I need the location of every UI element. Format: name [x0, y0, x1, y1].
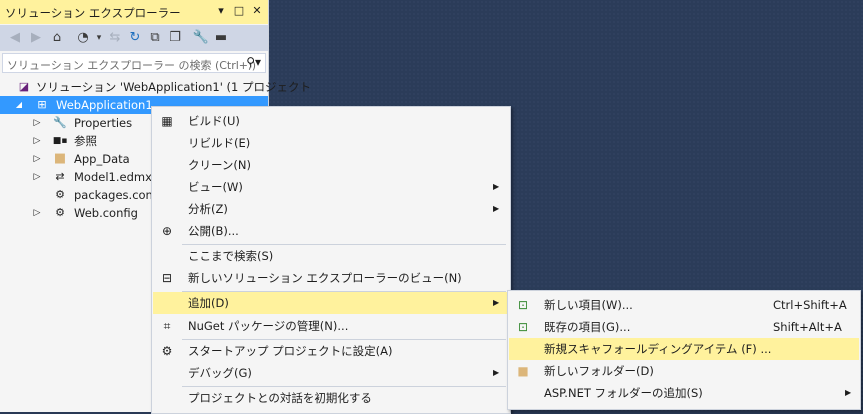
config-file-icon: ⚙: [55, 188, 65, 201]
tree-item-label: App_Data: [74, 152, 130, 166]
tree-item-label: 参照: [74, 134, 97, 148]
tree-item-label: Model1.edmx: [74, 170, 152, 184]
new-item-icon: ⊡: [517, 298, 529, 312]
search-input[interactable]: ソリューション エクスプローラー の検索 (Ctrl+;) ⚲▾: [2, 53, 266, 73]
menu-item-view[interactable]: ビュー(W) ▶: [153, 176, 509, 198]
menu-item-shortcut: Shift+Alt+A: [773, 320, 842, 334]
menu-item-label: 分析(Z): [188, 202, 228, 216]
collapsed-chevron-icon[interactable]: ▷: [32, 132, 42, 150]
menu-item-add[interactable]: 追加(D) ▶: [153, 292, 509, 314]
collapse-all-icon[interactable]: ⧉: [146, 29, 164, 47]
menu-item-publish[interactable]: ⊕ 公開(B)...: [153, 220, 509, 242]
menu-item-label: スタートアップ プロジェクトに設定(A): [188, 344, 393, 358]
preview-icon[interactable]: ▬: [212, 29, 230, 47]
new-view-icon: ⊟: [161, 271, 173, 285]
menu-item-build[interactable]: ▦ ビルド(U): [153, 110, 509, 132]
tree-item-label: Properties: [74, 116, 133, 130]
menu-item-label: 新規スキャフォールディングアイテム (F) ...: [544, 342, 772, 356]
submenu-arrow-icon: ▶: [493, 368, 500, 377]
menu-item-label: ここまで検索(S): [188, 249, 274, 263]
menu-item-set-startup[interactable]: ⚙ スタートアップ プロジェクトに設定(A): [153, 340, 509, 362]
menu-item-label: リビルド(E): [188, 136, 251, 150]
submenu-arrow-icon: ▶: [845, 388, 852, 397]
back-icon[interactable]: ◀: [6, 29, 24, 47]
panel-titlebar: ソリューション エクスプローラー ▾ □ ✕: [0, 0, 268, 24]
globe-icon: ⊕: [161, 224, 173, 238]
menu-item-rebuild[interactable]: リビルド(E): [153, 132, 509, 154]
properties-wrench-icon[interactable]: 🔧: [192, 29, 210, 47]
menu-item-label: 新しいフォルダー(D): [544, 364, 654, 378]
menu-item-new-folder[interactable]: ■ 新しいフォルダー(D): [509, 360, 859, 382]
submenu-arrow-icon: ▶: [493, 204, 500, 213]
tree-item-label: ソリューション 'WebApplication1' (1 プロジェクト: [36, 80, 312, 94]
menu-item-init-interactive[interactable]: プロジェクトとの対話を初期化する: [153, 387, 509, 409]
menu-item-analyze[interactable]: 分析(Z) ▶: [153, 198, 509, 220]
menu-item-label: 公開(B)...: [188, 224, 239, 238]
submenu-arrow-icon: ▶: [493, 182, 500, 191]
menu-item-label: 既存の項目(G)...: [544, 320, 631, 334]
menu-item-new-scaffolded-item[interactable]: 新規スキャフォールディングアイテム (F) ...: [509, 338, 859, 360]
project-context-menu: ▦ ビルド(U) リビルド(E) クリーン(N) ビュー(W) ▶ 分析(Z) …: [151, 106, 511, 414]
existing-item-icon: ⊡: [517, 320, 529, 334]
panel-toolbar: ◀ ▶ ⌂ ◔ ▾ ⇆ ↻ ⧉ ❐ 🔧 ▬: [0, 25, 268, 51]
add-submenu: ⊡ 新しい項目(W)... Ctrl+Shift+A ⊡ 既存の項目(G)...…: [507, 290, 861, 410]
menu-item-scope-to-this[interactable]: ここまで検索(S): [153, 245, 509, 267]
menu-item-label: ビルド(U): [188, 114, 240, 128]
solution-icon: ◪: [18, 80, 30, 93]
collapsed-chevron-icon[interactable]: ▷: [32, 168, 42, 186]
folder-icon: ■: [53, 151, 67, 166]
tree-item-label: WebApplication1: [56, 98, 153, 112]
dropdown-icon[interactable]: ▾: [214, 4, 228, 18]
menu-item-new-explorer-view[interactable]: ⊟ 新しいソリューション エクスプローラーのビュー(N): [153, 267, 509, 289]
menu-item-shortcut: Ctrl+Shift+A: [773, 298, 847, 312]
menu-item-label: 新しい項目(W)...: [544, 298, 633, 312]
new-folder-icon: ■: [517, 364, 529, 378]
edmx-icon: ⇄: [55, 170, 65, 183]
refresh-icon[interactable]: ↻: [126, 29, 144, 47]
references-icon: ■▪: [52, 136, 68, 146]
menu-item-label: ASP.NET フォルダーの追加(S): [544, 386, 703, 400]
menu-item-label: ビュー(W): [188, 180, 243, 194]
menu-item-label: デバッグ(G): [188, 366, 252, 380]
show-all-files-icon[interactable]: ❐: [166, 29, 184, 47]
nuget-icon: ⌗: [163, 319, 171, 333]
search-placeholder: ソリューション エクスプローラー の検索 (Ctrl+;): [7, 59, 257, 72]
menu-item-label: NuGet パッケージの管理(N)...: [188, 319, 349, 333]
submenu-arrow-icon: ▶: [493, 298, 500, 307]
menu-item-debug[interactable]: デバッグ(G) ▶: [153, 362, 509, 384]
sync-icon[interactable]: ⇆: [106, 29, 124, 47]
menu-item-label: クリーン(N): [188, 158, 252, 172]
panel-title: ソリューション エクスプローラー: [5, 6, 181, 20]
menu-item-existing-item[interactable]: ⊡ 既存の項目(G)... Shift+Alt+A: [509, 316, 859, 338]
home-icon[interactable]: ⌂: [48, 29, 66, 47]
search-icon[interactable]: ⚲▾: [246, 55, 261, 69]
collapsed-chevron-icon[interactable]: ▷: [32, 114, 42, 132]
forward-icon[interactable]: ▶: [27, 29, 45, 47]
menu-item-new-item[interactable]: ⊡ 新しい項目(W)... Ctrl+Shift+A: [509, 294, 859, 316]
menu-item-nuget[interactable]: ⌗ NuGet パッケージの管理(N)...: [153, 315, 509, 337]
menu-item-label: 新しいソリューション エクスプローラーのビュー(N): [188, 271, 462, 285]
menu-item-label: 追加(D): [188, 296, 229, 310]
menu-item-clean[interactable]: クリーン(N): [153, 154, 509, 176]
wrench-icon: 🔧: [53, 116, 67, 129]
expanded-chevron-icon[interactable]: ◢: [14, 96, 24, 114]
menu-item-add-aspnet-folder[interactable]: ASP.NET フォルダーの追加(S) ▶: [509, 382, 859, 404]
collapsed-chevron-icon[interactable]: ▷: [32, 204, 42, 222]
config-file-icon: ⚙: [55, 206, 65, 219]
tree-item-solution[interactable]: ◪ ソリューション 'WebApplication1' (1 プロジェクト: [0, 78, 311, 96]
maximize-icon[interactable]: □: [232, 4, 246, 18]
tree-item-label: Web.config: [74, 206, 138, 220]
web-project-icon: ⊞: [37, 98, 47, 111]
collapsed-chevron-icon[interactable]: ▷: [32, 150, 42, 168]
build-icon: ▦: [161, 114, 173, 128]
close-icon[interactable]: ✕: [250, 4, 264, 18]
gear-icon: ⚙: [161, 344, 173, 358]
menu-item-label: プロジェクトとの対話を初期化する: [188, 391, 372, 405]
